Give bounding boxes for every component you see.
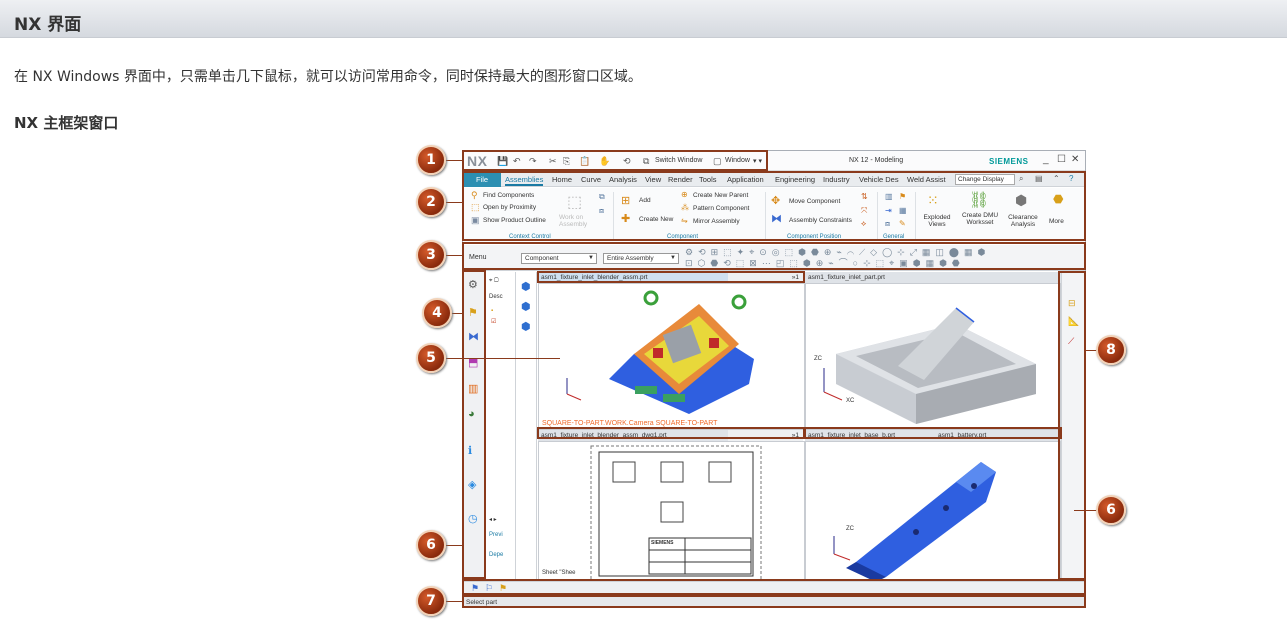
page-header: NX 界面 [0,0,1287,38]
callout-2: 2 [416,187,446,217]
component-node-icon[interactable]: ☑ [491,318,496,325]
highlight-bottom-border-bar [462,579,1086,595]
callout-4: 4 [422,298,452,328]
camera-label: SQUARE-TO-PART.WORK.Camera SQUARE-TO-PAR… [542,420,718,427]
zc-axis-label: ZC [846,526,854,532]
nx-interface-figure: NX 💾 ↶ ↷ ✂ ⎘ 📋 ✋ ⟲ ⧉ Switch Window ▢ Win… [410,145,1130,616]
xc-axis-label: XC [846,398,855,404]
dependencies-section[interactable]: Depe [489,552,503,558]
highlight-cue-line [462,595,1086,608]
leader-line [446,202,462,203]
intro-paragraph: 在 NX Windows 界面中，只需单击几下鼠标，就可以访问常用命令，同时保持… [14,69,642,85]
assembly-node-icon[interactable]: ▪ [491,308,493,314]
highlight-tab-bottom-right [804,427,1062,439]
page-title: NX 界面 [14,15,82,35]
callout-1: 1 [416,145,446,175]
view-cube-icon[interactable]: ⬢ [521,300,531,313]
highlight-top-border-bar [462,242,1086,270]
preview-section[interactable]: Previ [489,532,503,538]
leader-line [446,255,462,256]
callout-8: 8 [1096,335,1126,365]
highlight-tab-bottom-left [537,427,805,439]
callout-5: 5 [416,343,446,373]
highlight-quick-access-toolbar [462,150,768,171]
leader-line [446,358,560,359]
highlight-tab-top-left [537,271,805,283]
highlight-ribbon [462,171,1086,241]
leader-line [446,160,462,161]
inlet-part-model [823,307,1036,424]
leader-line [446,601,462,602]
callout-7: 7 [416,586,446,616]
base-bracket-model [833,462,996,580]
section-title: NX 主框架窗口 [14,114,119,132]
view-cube-icon[interactable]: ⬢ [521,280,531,293]
graphics-window-bottom-left[interactable]: SIEMENS Sheet "Shee [538,441,805,581]
fixture-assembly-model [566,290,754,414]
highlight-right-border-bar [1058,271,1086,580]
callout-3: 3 [416,240,446,270]
callout-6-left: 6 [416,530,446,560]
view-cube-icon[interactable]: ⬢ [521,320,531,333]
sheet-label: Sheet "Shee [542,570,576,576]
tab-label: asm1_fixture_inlet_part.prt [808,274,885,281]
close-icon[interactable]: ✕ [1071,154,1079,165]
maximize-icon[interactable]: ☐ [1057,154,1066,165]
navigator-column-header: Desc [489,294,503,300]
graphics-window-top-right[interactable]: ZC XC [805,283,1061,430]
view-toolbar: ⬢ ⬢ ⬢ [516,272,537,581]
navigator-scroll-arrows[interactable]: ◂ ▸ [489,516,497,523]
graphics-window-top-left[interactable]: SQUARE-TO-PART.WORK.Camera SQUARE-TO-PAR… [538,283,805,430]
graphics-window-bottom-right[interactable]: ZC [805,441,1061,581]
drawing-sheet [590,445,762,580]
navigator-pin-icon[interactable]: ⌖ ▢ [489,278,499,285]
tab-graphics-top-right[interactable]: asm1_fixture_inlet_part.prt [805,272,1061,283]
leader-line [446,545,462,546]
siemens-logo: SIEMENS [989,157,1029,166]
window-title: NX 12 - Modeling [849,157,904,164]
callout-6-right: 6 [1096,495,1126,525]
zc-axis-label: ZC [814,356,822,362]
highlight-resource-bar [462,270,486,579]
minimize-icon[interactable]: _ [1043,154,1049,165]
navigator-panel: ⌖ ▢ Desc ▪ ☑ ◂ ▸ Previ Depe [485,272,516,581]
drawing-title-block-brand: SIEMENS [651,540,674,546]
